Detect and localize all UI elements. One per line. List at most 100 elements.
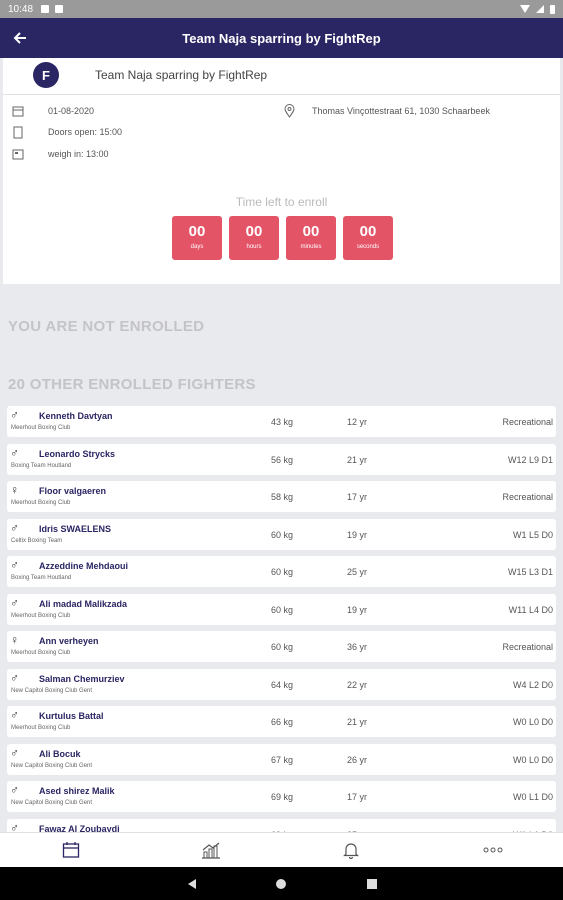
fighter-name: Ased shirez Malik xyxy=(39,786,115,796)
countdown-minutes: 00 minutes xyxy=(286,216,336,260)
countdown-label: seconds xyxy=(356,244,380,250)
fighter-name: Leonardo Strycks xyxy=(39,448,116,459)
fighter-record: Recreational xyxy=(502,642,553,652)
fighter-age: 26 yr xyxy=(347,754,368,765)
back-arrow-icon xyxy=(13,32,26,44)
gender-icon: ♂ xyxy=(10,820,19,833)
door-icon xyxy=(12,125,24,139)
fighter-club: Meerhout Boxing Club xyxy=(11,425,71,431)
fighter-row[interactable]: ♂ Ased shirez Malik New Capitol Boxing Clu… xyxy=(7,781,556,812)
fighter-record: W11 L4 D0 xyxy=(508,604,553,615)
fighter-row[interactable]: ♂ Leonardo Strycks Boxing Team Houtland 56 … xyxy=(7,443,556,475)
fighter-row[interactable]: ♂Fawaz Al Zoubaydi69 kg25 yrW1 L1 D0 xyxy=(7,818,556,833)
fighter-record: Recreational xyxy=(502,417,553,427)
event-date: 01-08-2020 xyxy=(12,104,94,118)
wifi-icon xyxy=(520,5,530,13)
bottom-tab-bar xyxy=(0,832,563,867)
fighter-row[interactable]: ♀ Floor valgaeren Meerhout Boxing Club 58 k… xyxy=(7,481,556,512)
calendar-icon xyxy=(12,104,24,118)
divider xyxy=(3,94,560,95)
gender-icon: ♂ xyxy=(10,745,19,760)
gender-icon: ♂ xyxy=(10,445,19,460)
organizer-logo: F xyxy=(33,62,59,88)
nav-back-button[interactable] xyxy=(186,877,198,895)
fighter-name: Ali Bocuk xyxy=(39,748,81,759)
countdown-value: 00 xyxy=(359,223,377,240)
fighter-name: Ann verheyen xyxy=(39,636,99,646)
fighter-row[interactable]: ♂ Salman Chemurziev New Capitol Boxing Clu… xyxy=(7,668,556,700)
fighter-club: Boxing Team Houtland xyxy=(11,462,72,469)
fighter-club: Meerhout Boxing Club xyxy=(11,725,71,731)
fighter-age: 17 yr xyxy=(347,492,368,502)
fighter-club: New Capitol Boxing Club Gent xyxy=(11,762,93,769)
fighter-age: 22 yr xyxy=(347,679,368,690)
countdown-title: Time left to enroll xyxy=(235,195,328,209)
stats-icon xyxy=(202,842,220,859)
fighter-club: New Capitol Boxing Club Gent xyxy=(11,687,93,694)
gender-icon: ♀ xyxy=(10,483,19,497)
nav-home-button[interactable] xyxy=(275,877,287,895)
fighter-row[interactable]: ♀ Ann verheyen Meerhout Boxing Club 60 kg 36… xyxy=(7,631,556,662)
cell-signal-icon xyxy=(536,5,544,13)
fighter-row[interactable]: ♂ Idris SWAELENS Celtix Boxing Team 60 kg 19… xyxy=(7,518,556,550)
fighter-record: W0 L0 D0 xyxy=(512,754,553,765)
fighter-row[interactable]: ♂ Ali Bocuk New Capitol Boxing Club Gent 67… xyxy=(7,743,556,775)
tab-notifications[interactable] xyxy=(340,839,362,861)
countdown-label: hours xyxy=(246,244,262,250)
tab-more[interactable] xyxy=(481,839,505,861)
fighter-name: Salman Chemurziev xyxy=(39,673,125,684)
gender-icon: ♂ xyxy=(10,520,19,535)
fighters-heading: 20 OTHER ENROLLED FIGHTERS xyxy=(8,376,256,393)
countdown-seconds: 00 seconds xyxy=(343,216,393,260)
fighter-row[interactable]: ♂ Kenneth Davtyan Meerhout Boxing Club 43 k… xyxy=(7,406,556,437)
calendar-icon xyxy=(62,842,80,858)
nav-recents-icon xyxy=(367,879,377,889)
fighter-weight: 58 kg xyxy=(271,492,294,502)
fighter-weight: 64 kg xyxy=(271,679,294,690)
fighter-club: Meerhout Boxing Club xyxy=(11,612,71,619)
address-text: Thomas Vinçottestraat 61, 1030 Schaarbee… xyxy=(312,106,490,116)
fighter-weight: 67 kg xyxy=(271,754,294,765)
status-time: 10:48 xyxy=(8,3,34,15)
fighter-record: W1 L5 D0 xyxy=(512,529,553,540)
gender-icon: ♀ xyxy=(10,633,19,647)
countdown-timer: 00 days 00 hours 00 minutes 00 seconds xyxy=(172,216,393,260)
sd-card-status-icon xyxy=(55,5,64,13)
fighter-club: Meerhout Boxing Club xyxy=(11,650,71,656)
countdown-days: 00 days xyxy=(172,216,222,260)
fighter-list: ♂ Kenneth Davtyan Meerhout Boxing Club 43 k… xyxy=(7,406,556,832)
gender-icon: ♂ xyxy=(10,595,19,610)
gender-icon: ♂ xyxy=(10,708,19,722)
nav-recents-button[interactable] xyxy=(366,877,378,895)
fighter-age: 25 yr xyxy=(347,567,368,577)
organizer: F Team Naja sparring by FightRep xyxy=(33,62,267,88)
fighter-record: W15 L3 D1 xyxy=(507,567,553,577)
back-button[interactable] xyxy=(8,26,32,50)
fighter-weight: 60 kg xyxy=(271,604,294,615)
nav-home-icon xyxy=(276,879,286,889)
tab-calendar[interactable] xyxy=(60,839,82,861)
status-bar: 10:48 xyxy=(0,0,563,18)
fighter-weight: 43 kg xyxy=(271,417,294,427)
enroll-status-heading: YOU ARE NOT ENROLLED xyxy=(8,318,205,335)
fighter-weight: 66 kg xyxy=(271,717,294,727)
fighter-row[interactable]: ♂ Kurtulus Battal Meerhout Boxing Club 66 k… xyxy=(7,706,556,737)
doors-open-text: Doors open: 15:00 xyxy=(48,127,123,137)
fighter-record: W0 L0 D0 xyxy=(512,717,553,727)
fighter-age: 19 yr xyxy=(347,529,368,540)
fighter-club: Celtix Boxing Team xyxy=(11,537,63,544)
app-bar: Team Naja sparring by FightRep xyxy=(0,18,563,58)
fighter-club: Boxing Team Houtland xyxy=(11,575,72,581)
location-pin-icon xyxy=(283,104,295,118)
fighter-row[interactable]: ♂ Ali madad Malikzada Meerhout Boxing Club… xyxy=(7,593,556,625)
fighter-row[interactable]: ♂ Azzeddine Mehdaoui Boxing Team Houtland 6… xyxy=(7,556,556,587)
tab-stats[interactable] xyxy=(200,839,222,861)
fighter-weight: 60 kg xyxy=(271,529,294,540)
event-address[interactable]: Thomas Vinçottestraat 61, 1030 Schaarbee… xyxy=(283,104,490,118)
fighter-age: 17 yr xyxy=(347,792,368,802)
fighter-name: Floor valgaeren xyxy=(39,486,107,496)
page-title: Team Naja sparring by FightRep xyxy=(182,30,381,46)
countdown-label: minutes xyxy=(300,244,322,250)
fighter-name: Ali madad Malikzada xyxy=(39,598,128,609)
scale-icon xyxy=(12,147,24,161)
